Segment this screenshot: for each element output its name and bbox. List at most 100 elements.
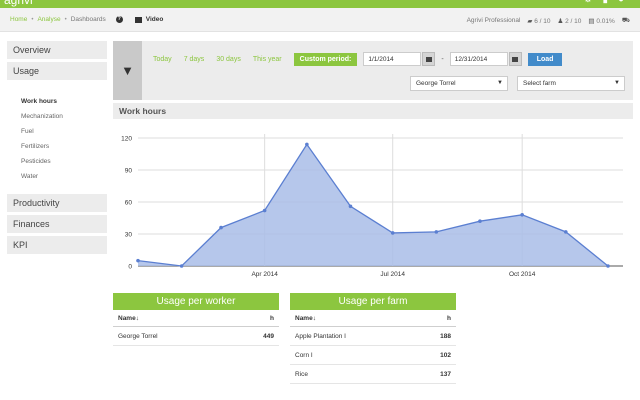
usage-per-farm-panel: Usage per farm Name↓ h Apple Plantation … — [290, 293, 456, 384]
account-info: Agrivi Professional ▰ 6 / 10 ♟ 2 / 10 ▤ … — [467, 16, 630, 25]
y-tick-label: 120 — [121, 136, 132, 143]
work-hours-chart: 0 30 60 90 120 Apr 2014 Jul 2014 Oct 2014 — [121, 134, 623, 278]
sidebar-overview[interactable]: Overview — [7, 41, 107, 59]
row-name: Rice — [295, 370, 309, 378]
settings-icon[interactable]: ⚙ — [583, 0, 602, 5]
row-hours: 137 — [440, 370, 451, 378]
row-hours: 188 — [440, 332, 451, 340]
column-name-header[interactable]: Name↓ — [295, 315, 316, 322]
top-bar: agrivi ⚙▮● — [0, 0, 640, 8]
sub-bar: Home • Analyse • Dashboards ? Video Agri… — [0, 8, 640, 32]
farm-select[interactable]: Select farm ▼ — [517, 76, 625, 91]
table-row[interactable]: Corn I 102 — [290, 346, 456, 365]
usage-per-worker-panel: Usage per worker Name↓ h George Torrel 44… — [113, 293, 279, 346]
notification-icon[interactable]: ▮ — [602, 0, 618, 5]
data-point — [136, 258, 140, 263]
chart-y-ticks: 0 30 60 90 120 — [121, 136, 132, 271]
calendar-from-button[interactable] — [422, 52, 436, 66]
table-row[interactable]: Apple Plantation I 188 — [290, 327, 456, 346]
storage-icon: ▤ — [588, 17, 595, 25]
sidebar-item-mechanization[interactable]: Mechanization — [7, 110, 107, 125]
table-row[interactable]: George Torrel 449 — [113, 327, 279, 346]
custom-period-button[interactable]: Custom period: — [293, 52, 358, 66]
breadcrumb-analyse[interactable]: Analyse — [37, 16, 60, 23]
clear-filter-button[interactable]: ▼ — [113, 41, 142, 100]
chevron-down-icon: ▼ — [497, 80, 503, 86]
y-tick-label: 90 — [125, 168, 133, 175]
column-hours-header[interactable]: h — [447, 315, 451, 322]
sidebar-usage[interactable]: Usage — [7, 62, 107, 80]
data-point — [563, 230, 568, 234]
chevron-down-icon: ▼ — [614, 80, 620, 86]
period-7-days[interactable]: 7 days — [184, 56, 205, 63]
sidebar-productivity[interactable]: Productivity — [7, 194, 107, 212]
table-header: Name↓ h — [113, 310, 279, 327]
row-hours: 449 — [263, 332, 274, 340]
y-tick-label: 60 — [125, 200, 133, 207]
sort-icon: ↓ — [312, 314, 316, 322]
video-icon[interactable] — [134, 16, 142, 23]
period-today[interactable]: Today — [153, 56, 172, 63]
user-icon[interactable]: ● — [618, 0, 634, 5]
help-icon[interactable]: ? — [115, 16, 123, 23]
breadcrumb-separator: • — [31, 16, 34, 23]
sort-icon: ↓ — [135, 314, 139, 322]
farm-select-value: Select farm — [523, 80, 556, 87]
period-selector: Today 7 days 30 days This year Custom pe… — [153, 52, 563, 66]
data-point — [390, 231, 395, 235]
top-icons: ⚙▮● — [583, 0, 634, 5]
sidebar-item-water[interactable]: Water — [7, 170, 107, 185]
farm-icon: ▰ — [527, 17, 533, 25]
worker-select[interactable]: George Torrel ▼ — [410, 76, 508, 91]
sidebar-item-fuel[interactable]: Fuel — [7, 125, 107, 140]
date-from-input[interactable]: 1/1/2014 — [363, 52, 422, 66]
row-name: George Torrel — [118, 332, 158, 340]
filter-panel: ▼ Today 7 days 30 days This year Custom … — [113, 41, 633, 100]
period-30-days[interactable]: 30 days — [216, 56, 241, 63]
column-name-header[interactable]: Name↓ — [118, 315, 139, 322]
panel-title: Usage per worker — [113, 293, 279, 310]
video-link[interactable]: Video — [146, 16, 164, 23]
table-header: Name↓ h — [290, 310, 456, 327]
data-point — [305, 142, 309, 147]
row-name: Apple Plantation I — [295, 332, 346, 340]
date-range-separator: - — [441, 55, 444, 63]
sidebar-kpi[interactable]: KPI — [7, 236, 107, 254]
x-tick-label: Oct 2014 — [509, 271, 536, 278]
calendar-to-button[interactable] — [508, 52, 522, 66]
data-point — [520, 213, 524, 217]
plan-name[interactable]: Agrivi Professional — [467, 17, 521, 24]
calendar-icon — [512, 56, 519, 62]
x-tick-label: Jul 2014 — [380, 271, 405, 278]
chart-area — [137, 143, 609, 267]
data-point — [478, 219, 482, 223]
load-button[interactable]: Load — [527, 52, 563, 66]
x-tick-label: Apr 2014 — [251, 271, 278, 278]
sidebar: Overview Usage Work hours Mechanization … — [7, 41, 107, 257]
date-to-input[interactable]: 12/31/2014 — [449, 52, 508, 66]
data-point — [179, 264, 184, 268]
clear-filter-icon: ▼ — [121, 63, 134, 78]
data-point — [348, 204, 353, 209]
period-this-year[interactable]: This year — [253, 56, 282, 63]
users-icon: ♟ — [557, 17, 564, 25]
sidebar-finances[interactable]: Finances — [7, 215, 107, 233]
storage-usage: ▤ 0.01% — [588, 17, 615, 25]
breadcrumb-home[interactable]: Home — [10, 16, 27, 23]
panel-title: Usage per farm — [290, 293, 456, 310]
users-count: ♟ 2 / 10 — [557, 17, 582, 25]
table-row[interactable]: Rice 137 — [290, 365, 456, 384]
row-name: Corn I — [295, 351, 313, 359]
sidebar-item-fertilizers[interactable]: Fertilizers — [7, 140, 107, 155]
sidebar-item-work-hours[interactable]: Work hours — [7, 95, 107, 110]
app-logo[interactable]: agrivi — [4, 0, 33, 7]
breadcrumb-dashboards: Dashboards — [70, 16, 106, 23]
data-point — [219, 225, 223, 230]
cart-icon[interactable]: ⛟ — [622, 16, 630, 25]
sidebar-item-pesticides[interactable]: Pesticides — [7, 155, 107, 170]
worker-select-value: George Torrel — [416, 80, 456, 87]
data-point — [606, 264, 610, 268]
area-fill — [138, 144, 608, 266]
y-tick-label: 0 — [128, 264, 132, 271]
column-hours-header[interactable]: h — [270, 315, 274, 322]
